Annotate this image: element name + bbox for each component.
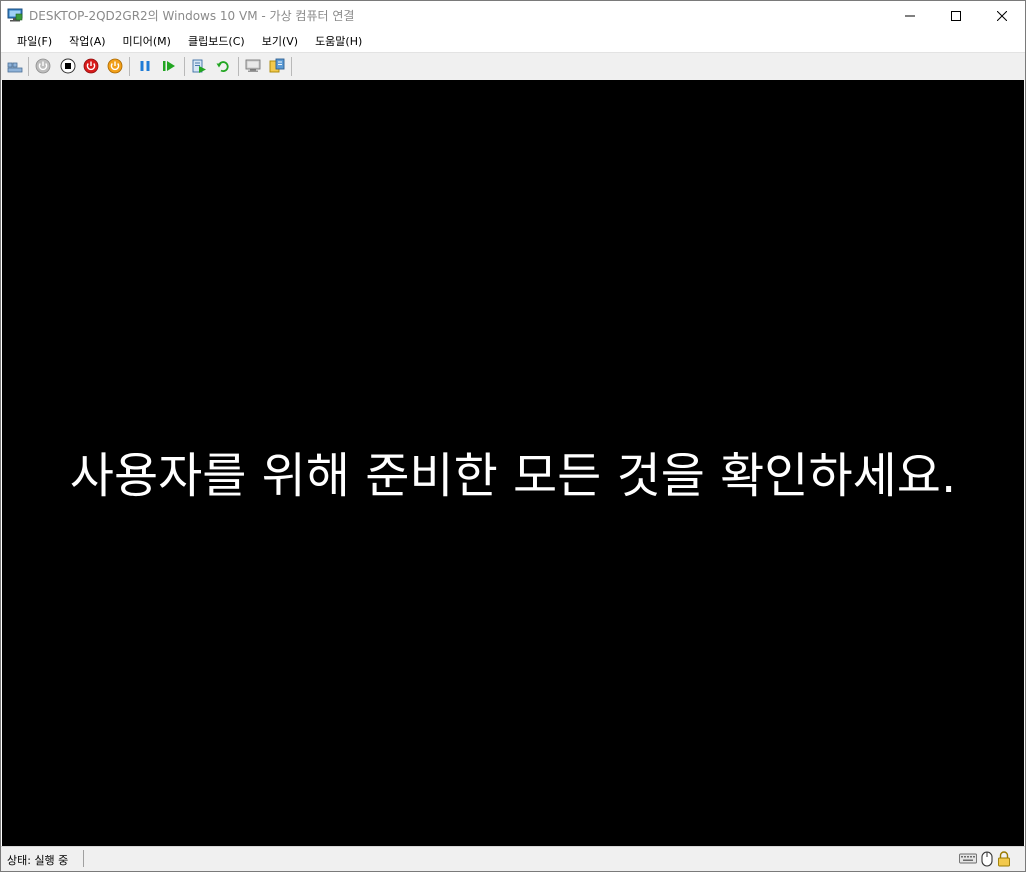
ctrl-alt-del-button[interactable] [7, 58, 23, 74]
shut-down-button[interactable] [83, 58, 99, 74]
menu-file[interactable]: 파일(F) [9, 31, 60, 51]
checkpoint-button[interactable] [191, 58, 207, 74]
mouse-icon [981, 851, 993, 867]
menu-media[interactable]: 미디어(M) [115, 31, 179, 51]
close-icon [997, 10, 1007, 21]
menu-clipboard[interactable]: 클립보드(C) [180, 31, 253, 51]
ctrl-alt-del-icon [7, 58, 23, 74]
menu-view[interactable]: 보기(V) [254, 31, 306, 51]
vm-display[interactable]: 사용자를 위해 준비한 모든 것을 확인하세요. [2, 80, 1024, 847]
share-button[interactable] [269, 58, 285, 74]
menu-action[interactable]: 작업(A) [61, 31, 113, 51]
save-icon [107, 58, 123, 74]
shut-down-icon [83, 58, 99, 74]
title-bar[interactable]: DESKTOP-2QD2GR2의 Windows 10 VM - 가상 컴퓨터 … [1, 1, 1025, 30]
turn-off-icon [60, 58, 76, 74]
revert-button[interactable] [215, 58, 231, 74]
menu-bar: 파일(F) 작업(A) 미디어(M) 클립보드(C) 보기(V) 도움말(H) [1, 30, 1025, 51]
toolbar-separator [291, 57, 292, 76]
window-title: DESKTOP-2QD2GR2의 Windows 10 VM - 가상 컴퓨터 … [29, 9, 355, 23]
status-separator [83, 850, 84, 867]
revert-icon [215, 58, 231, 74]
pause-button[interactable] [137, 58, 153, 74]
toolbar-separator [129, 57, 130, 76]
toolbar-separator [28, 57, 29, 76]
turn-off-button[interactable] [60, 58, 76, 74]
lock-icon [997, 851, 1011, 867]
status-text: 상태: 실행 중 [7, 854, 69, 867]
toolbar [1, 52, 1025, 80]
status-bar: 상태: 실행 중 [1, 846, 1025, 871]
save-button[interactable] [107, 58, 123, 74]
toolbar-separator [184, 57, 185, 76]
close-button[interactable] [979, 1, 1025, 30]
minimize-button[interactable] [887, 1, 933, 30]
vm-welcome-message: 사용자를 위해 준비한 모든 것을 확인하세요. [69, 448, 957, 504]
pause-icon [137, 58, 153, 74]
enhanced-session-icon [245, 58, 261, 74]
menu-help[interactable]: 도움말(H) [307, 31, 370, 51]
vm-connect-icon [7, 7, 23, 23]
minimize-icon [905, 11, 915, 21]
maximize-icon [951, 10, 961, 21]
maximize-button[interactable] [933, 1, 979, 30]
start-icon [35, 58, 51, 74]
share-icon [269, 58, 285, 74]
vm-connection-window: DESKTOP-2QD2GR2의 Windows 10 VM - 가상 컴퓨터 … [0, 0, 1026, 872]
toolbar-separator [238, 57, 239, 76]
resume-icon [161, 58, 177, 74]
start-button[interactable] [35, 58, 51, 74]
resume-button[interactable] [161, 58, 177, 74]
enhanced-session-button[interactable] [245, 58, 261, 74]
checkpoint-icon [191, 58, 207, 74]
keyboard-icon [959, 851, 977, 867]
